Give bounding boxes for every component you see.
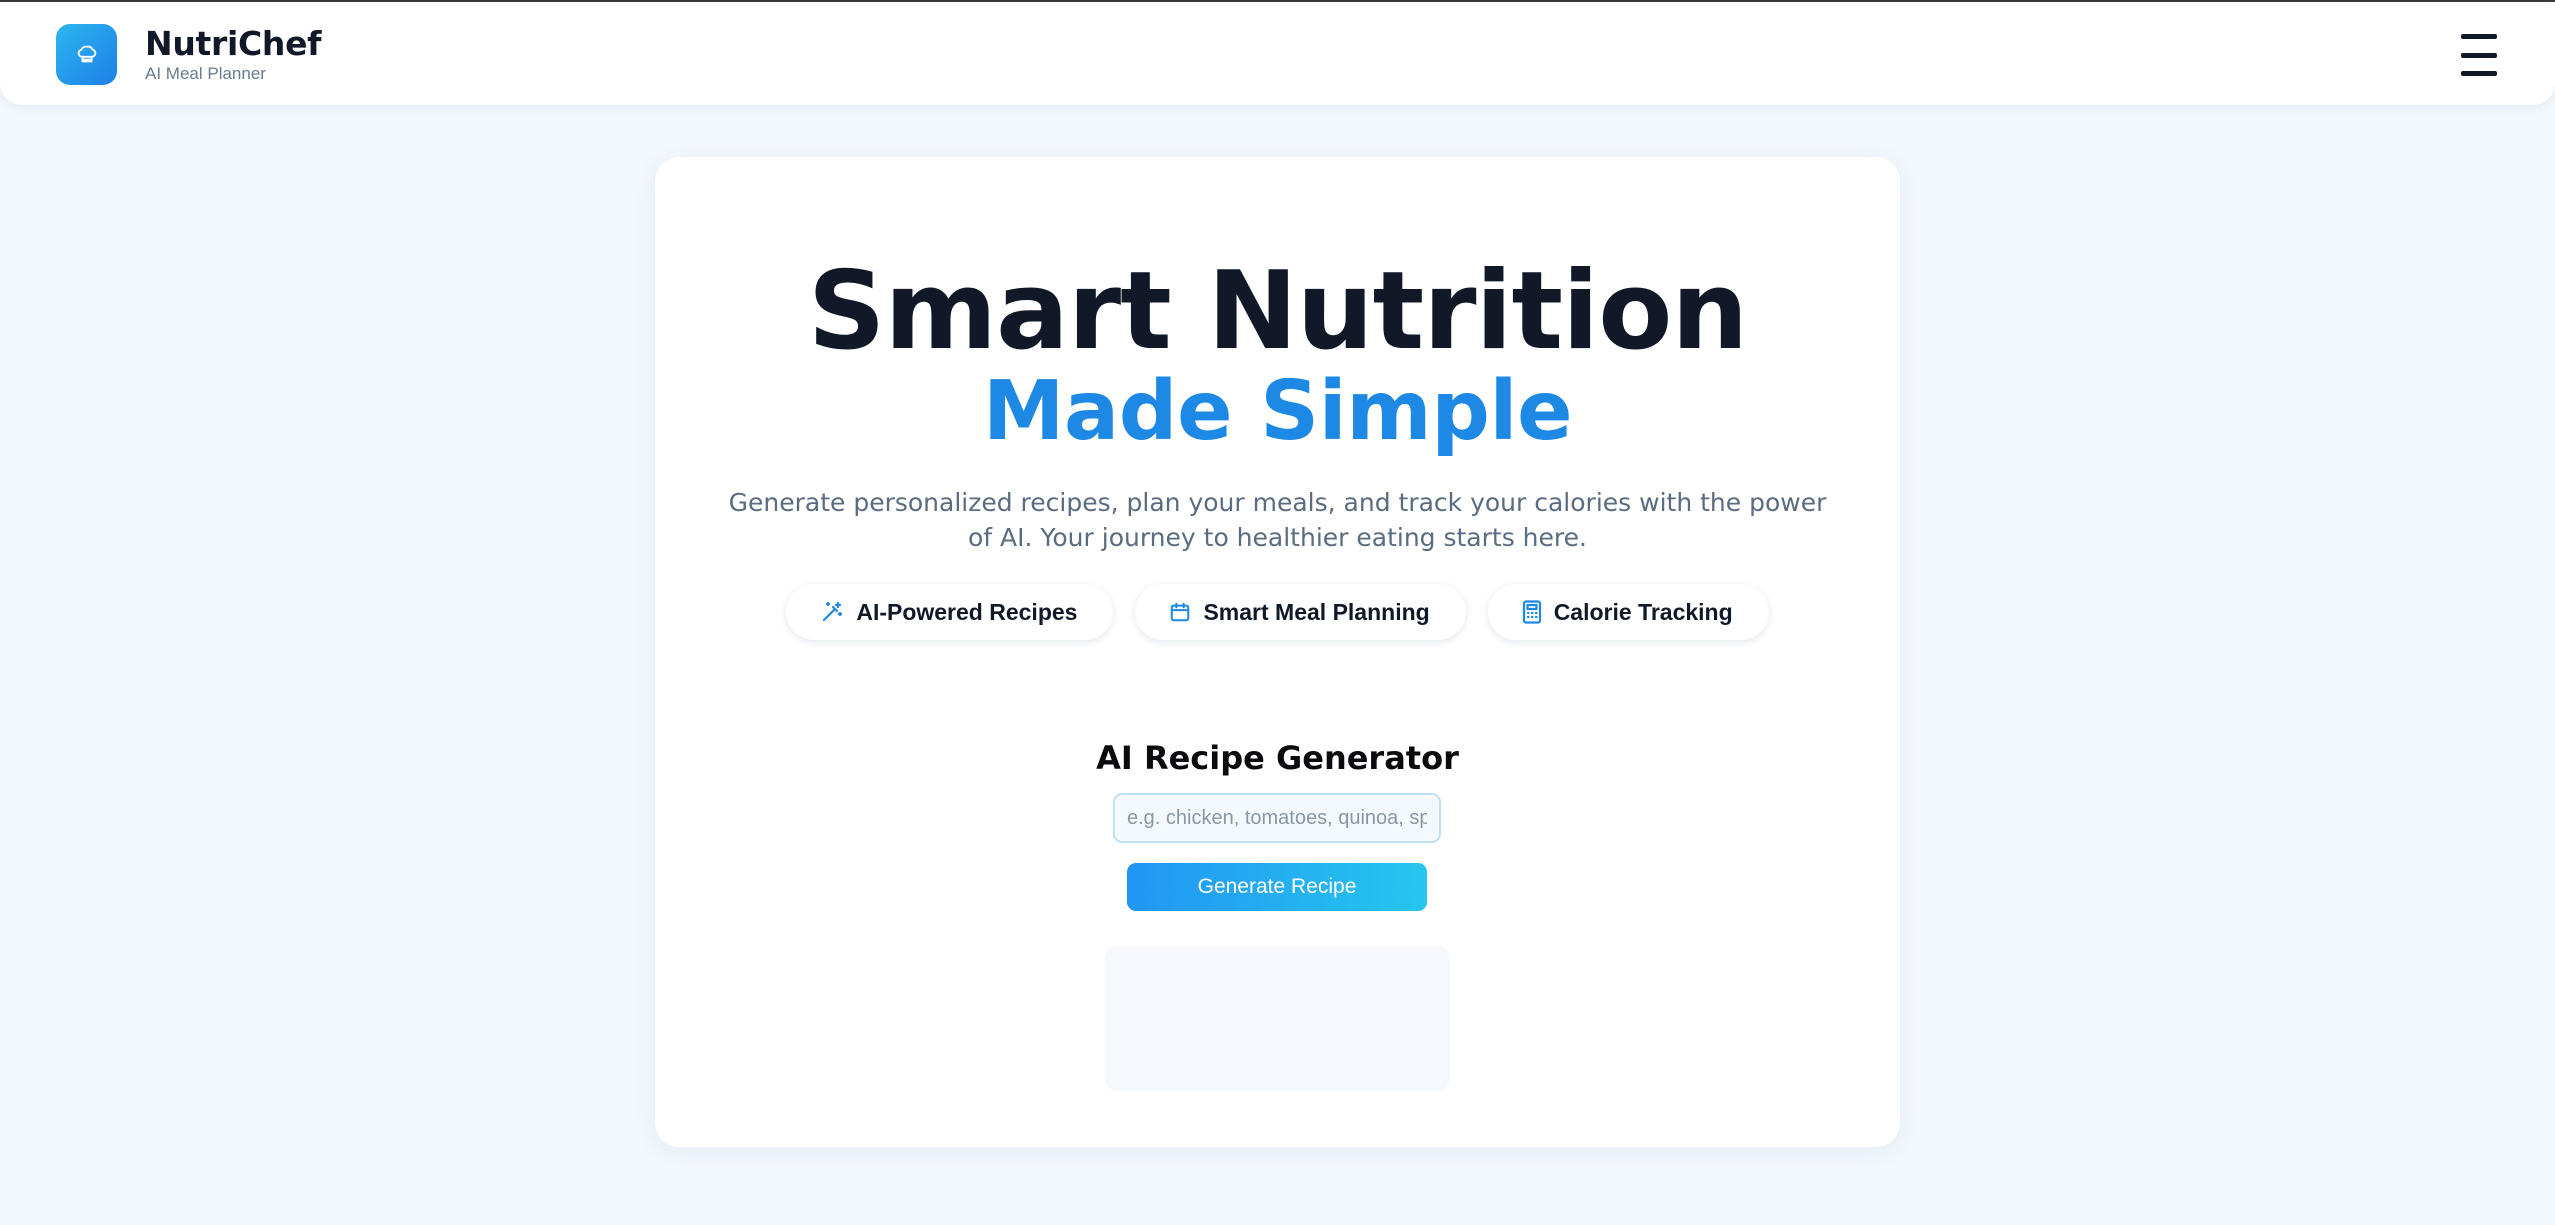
recipe-generator-title: AI Recipe Generator	[1096, 739, 1459, 777]
calculator-icon	[1522, 600, 1541, 624]
feature-pill-meal-planning[interactable]: Smart Meal Planning	[1135, 584, 1466, 640]
hamburger-menu-button[interactable]	[2455, 34, 2503, 76]
hamburger-menu-icon-bar	[2461, 34, 2497, 39]
feature-pill-ai-recipes[interactable]: AI-Powered Recipes	[786, 584, 1114, 640]
hero-title: Smart Nutrition	[807, 249, 1749, 374]
site-header: NutriChef AI Meal Planner	[0, 2, 2555, 105]
brand-subtitle: AI Meal Planner	[145, 64, 266, 83]
hamburger-menu-icon-bar	[2461, 52, 2497, 58]
hero-card: Smart Nutrition Made Simple Generate per…	[655, 157, 1900, 1147]
calendar-icon	[1171, 602, 1190, 622]
feature-pill-calorie-tracking[interactable]: Calorie Tracking	[1487, 584, 1769, 640]
ingredients-input[interactable]	[1113, 793, 1441, 843]
hero-subtitle: Made Simple	[982, 364, 1573, 459]
chef-hat-icon	[77, 45, 96, 62]
feature-pill-label: Calorie Tracking	[1553, 598, 1733, 625]
magic-wand-icon	[823, 601, 843, 622]
generate-recipe-button[interactable]: Generate Recipe	[1127, 863, 1427, 911]
feature-pill-label: AI-Powered Recipes	[856, 598, 1078, 625]
logo[interactable]	[56, 24, 117, 85]
brand-name[interactable]: NutriChef	[145, 24, 322, 63]
feature-pills: AI-Powered Recipes Smart Meal Planning C…	[655, 584, 1900, 640]
hero-description: Generate personalized recipes, plan your…	[728, 488, 1827, 552]
feature-pill-label: Smart Meal Planning	[1203, 598, 1430, 625]
recipe-result-panel	[1105, 946, 1450, 1091]
hamburger-menu-icon-bar	[2461, 71, 2497, 76]
